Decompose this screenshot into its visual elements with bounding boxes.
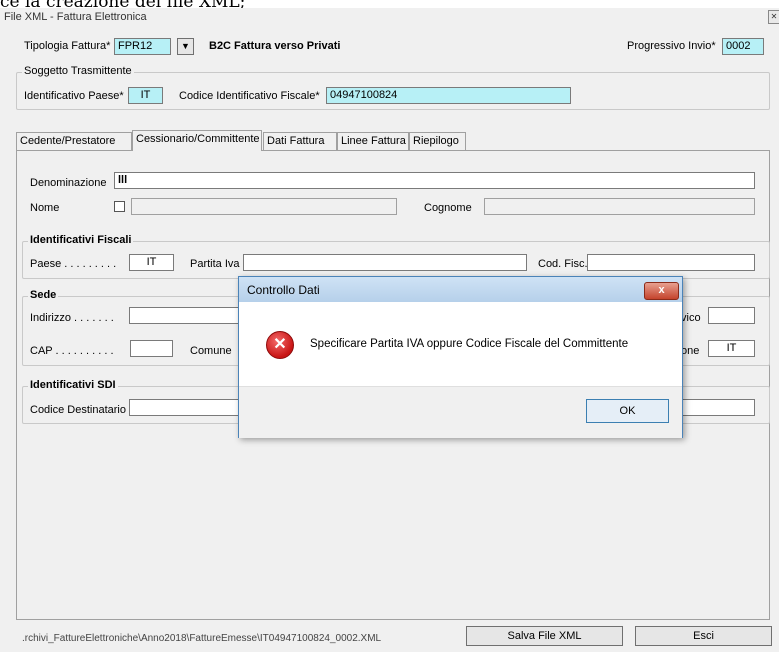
indirizzo-input[interactable] [129,307,244,324]
cognome-input[interactable] [484,198,755,215]
exit-button[interactable]: Esci [635,626,772,646]
dialog-close-icon[interactable]: x [644,282,679,300]
cap-label: CAP . . . . . . . . . . [30,345,114,357]
window-title: File XML - Fattura Elettronica [4,11,147,23]
dialog-title: Controllo Dati [247,283,320,297]
tab-dati-fattura[interactable]: Dati Fattura [263,132,337,150]
tab-linee-fattura[interactable]: Linee Fattura [337,132,409,150]
soggetto-title: Soggetto Trasmittente [22,65,134,77]
nazione-input[interactable]: IT [708,340,755,357]
codice-fiscale-trasmittente-label: Codice Identificativo Fiscale* [179,90,320,102]
comune-label: Comune [190,345,232,357]
progressivo-input[interactable]: 0002 [722,38,764,55]
sede-title: Sede [28,289,59,301]
tab-riepilogo[interactable]: Riepilogo [409,132,466,150]
tab-cedente-prestatore[interactable]: Cedente/Prestatore [16,132,132,150]
ok-button[interactable]: OK [586,399,669,423]
codice-destinatario-label: Codice Destinatario [30,404,126,416]
tipologia-select[interactable]: FPR12 [114,38,171,55]
file-path: .rchivi_FattureElettroniche\Anno2018\Fat… [22,633,382,644]
paese-cessionario-label: Paese . . . . . . . . . [30,258,117,270]
window-close-icon[interactable]: ✕ [768,10,779,24]
civico-label: vico [681,312,701,324]
nome-input[interactable] [131,198,397,215]
progressivo-label: Progressivo Invio* [627,40,716,52]
codice-destinatario-input[interactable] [129,399,244,416]
nome-label: Nome [30,202,60,214]
save-xml-button[interactable]: Salva File XML [466,626,623,646]
nazione-label: one [681,345,700,357]
cognome-label: Cognome [424,202,472,214]
tab-cessionario-committente[interactable]: Cessionario/Committente [132,130,262,151]
paese-trasmittente-input[interactable]: IT [128,87,163,104]
error-dialog: Controllo Dati x ✕ Specificare Partita I… [238,276,683,438]
paese-cessionario-input[interactable]: IT [129,254,174,271]
pec-destinatario-input[interactable] [676,399,755,416]
paese-trasmittente-label: Identificativo Paese* [24,90,124,102]
indirizzo-label: Indirizzo . . . . . . . [30,312,114,324]
dropdown-arrow-icon[interactable]: ▼ [177,38,194,55]
denominazione-label: Denominazione [30,177,107,189]
tipologia-description: B2C Fattura verso Privati [209,40,341,52]
nome-checkbox[interactable] [114,201,125,212]
fiscali-title: Identificativi Fiscali [28,234,134,246]
sdi-title: Identificativi SDI [28,379,118,391]
cap-input[interactable] [130,340,173,357]
denominazione-input[interactable]: lll [114,172,755,189]
civico-input[interactable] [708,307,755,324]
error-icon: ✕ [266,331,294,359]
tipologia-label: Tipologia Fattura* [24,40,111,52]
dialog-message: Specificare Partita IVA oppure Codice Fi… [310,338,629,350]
codice-fiscale-trasmittente-input[interactable]: 04947100824 [326,87,571,104]
partita-iva-label: Partita Iva [190,258,240,270]
partita-iva-input[interactable] [243,254,527,271]
cod-fisc-input[interactable] [587,254,755,271]
cod-fisc-label: Cod. Fisc. [538,258,588,270]
